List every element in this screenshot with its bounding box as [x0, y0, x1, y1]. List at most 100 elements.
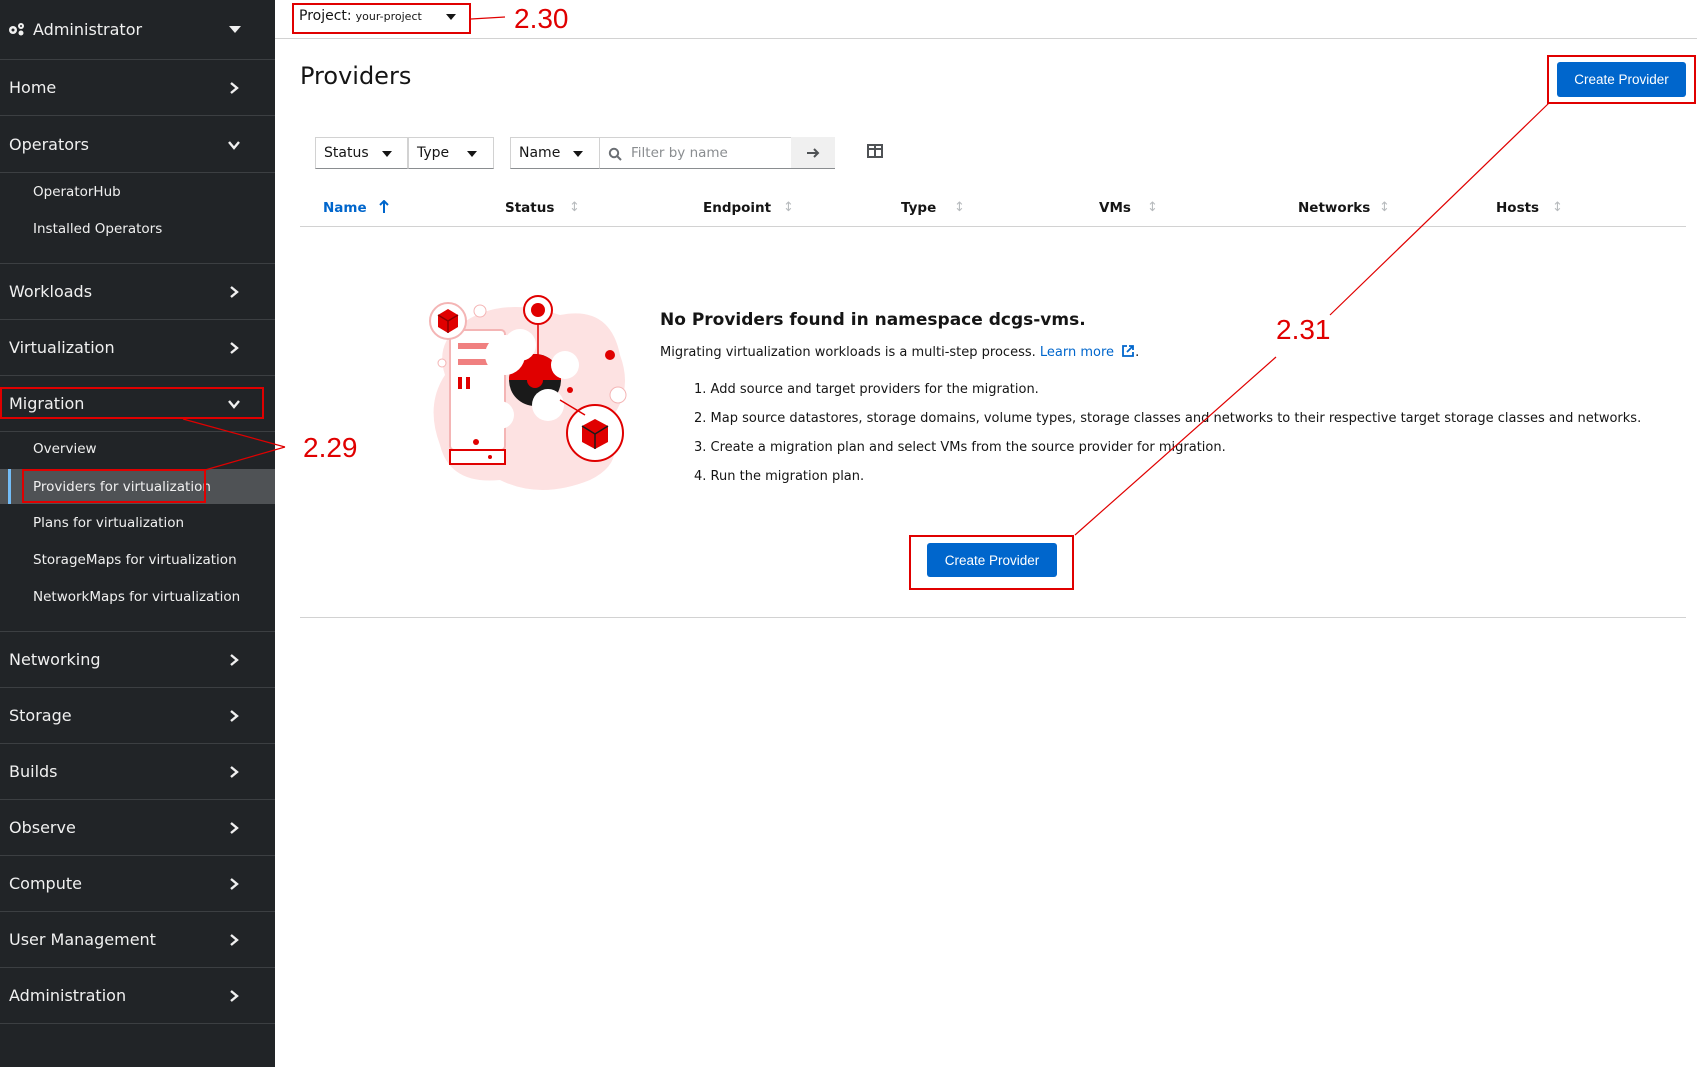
project-value: your-project [355, 10, 422, 23]
annotation-label-230: 2.30 [514, 3, 569, 34]
nav-overview-label: Overview [33, 441, 97, 457]
page-title: Providers [300, 62, 412, 90]
nav-workloads[interactable]: Workloads [0, 264, 275, 320]
sort-icon: ↕ [1147, 200, 1158, 215]
caret-down-icon [446, 14, 456, 20]
sidebar: Administrator Home Operators OperatorHub… [0, 0, 275, 1067]
chevron-right-icon [230, 342, 239, 354]
step-3-text: Create a migration plan and select VMs f… [710, 440, 1226, 455]
caret-down-icon [573, 151, 583, 157]
project-label: Project: [299, 8, 352, 24]
nav-administration-label: Administration [9, 986, 127, 1005]
column-header-status[interactable]: Status [505, 200, 554, 216]
caret-down-icon [467, 151, 477, 157]
nav-virtualization[interactable]: Virtualization [0, 320, 275, 376]
nav-networking-label: Networking [9, 650, 101, 669]
external-link-icon[interactable] [1121, 344, 1135, 358]
empty-state-description: Migrating virtualization workloads is a … [660, 344, 1140, 360]
column-header-hosts[interactable]: Hosts [1496, 200, 1539, 216]
chevron-right-icon [230, 82, 239, 94]
nav-compute[interactable]: Compute [0, 856, 275, 912]
nav-home[interactable]: Home [0, 60, 275, 116]
empty-state-divider [300, 617, 1686, 618]
create-provider-button[interactable]: Create Provider [927, 543, 1057, 577]
step-2: 2. Map source datastores, storage domain… [694, 411, 1642, 426]
search-icon [608, 147, 622, 161]
nav-plans-for-virtualization[interactable]: Plans for virtualization [0, 506, 275, 540]
nav-home-label: Home [9, 78, 57, 97]
step-1: 1. Add source and target providers for t… [694, 382, 1039, 397]
nav-storage[interactable]: Storage [0, 688, 275, 744]
sort-icon: ↕ [783, 200, 794, 215]
nav-operatorhub-label: OperatorHub [33, 184, 121, 200]
chevron-right-icon [230, 710, 239, 722]
nav-user-management-label: User Management [9, 930, 156, 949]
step-4: 4. Run the migration plan. [694, 469, 865, 484]
name-filter-label: Name [519, 145, 561, 161]
nav-workloads-label: Workloads [9, 282, 93, 301]
nav-networking[interactable]: Networking [0, 632, 275, 688]
nav-installed-operators-label: Installed Operators [33, 221, 163, 237]
step-4-text: Run the migration plan. [710, 469, 865, 484]
filter-placeholder: Filter by name [631, 145, 728, 161]
nav-compute-label: Compute [9, 874, 82, 893]
nav-observe-label: Observe [9, 818, 76, 837]
chevron-down-icon [228, 400, 240, 409]
nav-providers-label: Providers for virtualization [33, 478, 211, 495]
nav-builds-label: Builds [9, 762, 58, 781]
empty-state-text: Migrating virtualization workloads is a … [660, 345, 1036, 360]
nav-storage-label: Storage [9, 706, 72, 725]
type-filter-label: Type [417, 145, 450, 161]
perspective-switcher[interactable]: Administrator [0, 0, 275, 60]
status-filter-dropdown[interactable]: Status [315, 137, 408, 169]
nav-operatorhub[interactable]: OperatorHub [0, 175, 275, 209]
step-1-text: Add source and target providers for the … [710, 382, 1039, 397]
chevron-right-icon [230, 286, 239, 298]
column-header-vms[interactable]: VMs [1099, 200, 1131, 216]
chevron-right-icon [230, 878, 239, 890]
column-header-networks[interactable]: Networks [1298, 200, 1370, 216]
annotation-label-231: 2.31 [1276, 314, 1331, 345]
annotation-label-229: 2.29 [303, 432, 358, 463]
nav-builds[interactable]: Builds [0, 744, 275, 800]
create-provider-button-header[interactable]: Create Provider [1557, 62, 1686, 97]
caret-down-icon [229, 26, 241, 33]
nav-administration[interactable]: Administration [0, 968, 275, 1024]
chevron-right-icon [230, 822, 239, 834]
nav-virtualization-label: Virtualization [9, 338, 115, 357]
sort-icon: ↕ [1379, 200, 1390, 215]
chevron-right-icon [230, 766, 239, 778]
filter-by-name-input[interactable]: Filter by name [600, 137, 791, 169]
manage-columns-icon[interactable] [867, 144, 883, 158]
step-2-text: Map source datastores, storage domains, … [710, 411, 1642, 426]
name-filter-dropdown[interactable]: Name [510, 137, 600, 169]
nav-storagemaps-label: StorageMaps for virtualization [33, 552, 237, 568]
nav-storagemaps-for-virtualization[interactable]: StorageMaps for virtualization [0, 543, 275, 577]
nav-installed-operators[interactable]: Installed Operators [0, 212, 275, 246]
empty-state-title: No Providers found in namespace dcgs-vms… [660, 310, 1086, 330]
project-selector[interactable]: Project: your-project [299, 8, 422, 24]
apply-filter-button[interactable] [791, 137, 835, 169]
column-header-name[interactable]: Name [323, 200, 367, 216]
nav-providers-for-virtualization[interactable]: Providers for virtualization [0, 469, 275, 504]
nav-networkmaps-label: NetworkMaps for virtualization [33, 589, 241, 605]
column-header-type[interactable]: Type [901, 200, 936, 216]
migration-illustration [429, 295, 627, 490]
chevron-down-icon [228, 141, 240, 150]
arrow-right-icon [807, 148, 820, 158]
nav-migration-overview[interactable]: Overview [0, 432, 275, 466]
cogs-icon [9, 23, 24, 36]
column-header-endpoint[interactable]: Endpoint [703, 200, 771, 216]
perspective-label: Administrator [33, 20, 143, 39]
nav-observe[interactable]: Observe [0, 800, 275, 856]
chevron-right-icon [230, 654, 239, 666]
type-filter-dropdown[interactable]: Type [408, 137, 494, 169]
nav-operators[interactable]: Operators [0, 117, 275, 173]
nav-networkmaps-for-virtualization[interactable]: NetworkMaps for virtualization [0, 580, 275, 614]
nav-plans-label: Plans for virtualization [33, 515, 185, 531]
nav-user-management[interactable]: User Management [0, 912, 275, 968]
sort-ascending-icon [379, 200, 389, 213]
table-header-divider [300, 226, 1686, 227]
learn-more-link[interactable]: Learn more [1040, 345, 1114, 360]
nav-migration[interactable]: Migration [0, 376, 275, 432]
